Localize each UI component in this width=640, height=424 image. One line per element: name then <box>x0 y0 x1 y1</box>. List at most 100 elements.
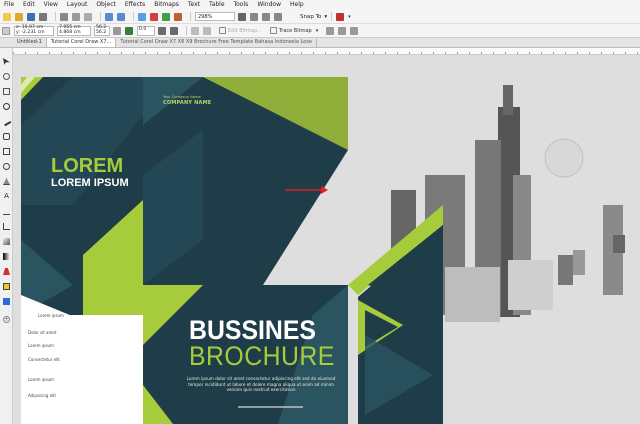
standard-toolbar: 298% Snap To ▾ ▾ <box>0 10 640 24</box>
transparency-icon[interactable] <box>3 253 10 260</box>
separator <box>55 12 56 21</box>
separator <box>186 26 187 35</box>
smart-fill-icon[interactable] <box>3 298 10 305</box>
menu-help[interactable]: Help <box>290 0 304 10</box>
lorem-title: LOREM <box>51 155 124 177</box>
menu-file[interactable]: File <box>4 0 14 10</box>
mirror-vertical-icon[interactable] <box>170 26 178 35</box>
y-position-field[interactable]: y: -2.231 cm <box>16 30 52 36</box>
brochure-paragraph: Lorem ipsum dolor sit amet consectetur a… <box>186 376 336 392</box>
coreldraw-window: File Edit View Layout Object Effects Bit… <box>0 0 640 424</box>
freehand-tool-icon[interactable] <box>1 116 12 127</box>
menu-object[interactable]: Object <box>96 0 116 10</box>
rotation-icon <box>125 26 133 35</box>
drop-shadow-icon[interactable] <box>3 238 10 245</box>
toolbox: A + <box>0 48 13 424</box>
trace-bitmap-button[interactable]: Trace Bitmap <box>269 27 312 34</box>
full-screen-icon[interactable] <box>238 12 246 21</box>
rulers-icon[interactable] <box>250 12 258 21</box>
chevron-down-icon[interactable]: ▾ <box>348 14 351 20</box>
redo-icon[interactable] <box>117 12 125 21</box>
headline-brochure: BROCHURE <box>189 341 335 371</box>
import-icon[interactable] <box>150 12 158 21</box>
menu-view[interactable]: View <box>44 0 58 10</box>
reference-point-icon[interactable] <box>2 26 10 35</box>
edit-bitmap-button[interactable]: Edit Bitmap... <box>219 27 262 34</box>
snap-to-label: Snap To <box>300 13 322 20</box>
paste-icon[interactable] <box>84 12 92 21</box>
resample-icon[interactable] <box>203 26 211 35</box>
edit-bitmap-label: Edit Bitmap... <box>228 27 262 34</box>
polygon-tool-icon[interactable] <box>3 178 10 185</box>
zoom-level-field[interactable]: 298% <box>195 12 235 21</box>
building-low-4 <box>573 250 585 275</box>
export-icon[interactable] <box>162 12 170 21</box>
lock-ratio-icon[interactable] <box>113 26 121 35</box>
separator <box>331 12 333 21</box>
side-line-6: Adipiscing elit <box>28 393 56 398</box>
connector-tool-icon[interactable] <box>3 223 10 230</box>
horizontal-ruler[interactable] <box>13 48 640 55</box>
tab-untitled-1[interactable]: Untitled-1 <box>13 38 47 47</box>
zoom-tool-icon[interactable] <box>3 103 10 110</box>
position-fields[interactable]: x: 10.97 cm y: -2.231 cm <box>14 25 54 36</box>
save-icon[interactable] <box>27 12 35 21</box>
interactive-fill-icon[interactable] <box>3 283 10 290</box>
drawing-canvas[interactable]: LOREM LOREM IPSUM Lorem ipsum Dolor sit … <box>13 55 640 424</box>
shape-tool-icon[interactable] <box>3 73 10 80</box>
search-content-icon[interactable] <box>138 12 146 21</box>
menu-bitmaps[interactable]: Bitmaps <box>154 0 179 10</box>
open-icon[interactable] <box>15 12 23 21</box>
rotation-angle-field[interactable]: 0.0 <box>137 25 155 36</box>
new-document-icon[interactable] <box>3 12 11 21</box>
tab-tutorial-long[interactable]: Tutorial Corel Draw X7 X8 X9 Brochure Fr… <box>116 38 317 47</box>
menu-tools[interactable]: Tools <box>234 0 249 10</box>
snap-to-dropdown[interactable]: Snap To ▾ <box>300 14 327 20</box>
publish-pdf-icon[interactable] <box>174 12 182 21</box>
menu-edit[interactable]: Edit <box>23 0 35 10</box>
size-fields[interactable]: 7.955 cm 4.868 cm <box>57 25 91 36</box>
rectangle-tool-icon[interactable] <box>3 148 10 155</box>
parallel-dimension-icon[interactable] <box>3 208 10 215</box>
ellipse-tool-icon[interactable] <box>3 163 10 170</box>
side-line-4: Consectetur elit <box>28 357 60 362</box>
crop-bitmap-icon[interactable] <box>191 26 199 35</box>
scale-height-field[interactable]: 56.2 <box>96 30 108 36</box>
scale-fields[interactable]: 56.2 56.2 <box>94 25 110 36</box>
chevron-down-icon: ▾ <box>324 13 328 20</box>
copy-icon[interactable] <box>72 12 80 21</box>
artistic-media-icon[interactable] <box>3 133 10 140</box>
print-icon[interactable] <box>39 12 47 21</box>
side-line-1: Lorem ipsum <box>38 313 64 318</box>
menu-window[interactable]: Window <box>257 0 281 10</box>
property-bar: x: 10.97 cm y: -2.231 cm 7.955 cm 4.868 … <box>0 24 640 38</box>
guidelines-icon[interactable] <box>274 12 282 21</box>
side-line-2: Dolor sit amet <box>28 330 57 335</box>
skyscraper-1-top <box>503 85 513 115</box>
undo-icon[interactable] <box>105 12 113 21</box>
text-tool-icon[interactable]: A <box>3 193 10 200</box>
add-tool-icon[interactable]: + <box>3 316 10 323</box>
building-low-5 <box>613 235 625 253</box>
company-small: Your Company Name <box>163 95 201 99</box>
menu-layout[interactable]: Layout <box>67 0 87 10</box>
cut-icon[interactable] <box>60 12 68 21</box>
pick-tool-icon[interactable] <box>3 58 10 65</box>
menu-table[interactable]: Table <box>209 0 225 10</box>
separator <box>133 12 134 21</box>
wrap-text-icon[interactable] <box>338 26 347 35</box>
chevron-down-icon[interactable]: ▾ <box>316 28 319 34</box>
bitmap-effects-icon[interactable] <box>326 26 335 35</box>
crop-tool-icon[interactable] <box>3 88 10 95</box>
separator <box>190 12 191 21</box>
color-eyedropper-icon[interactable] <box>3 268 10 275</box>
lorem-subtitle: LOREM IPSUM <box>51 177 129 189</box>
grid-icon[interactable] <box>262 12 270 21</box>
quick-customize-icon[interactable] <box>350 26 359 35</box>
height-field[interactable]: 4.868 cm <box>59 30 89 36</box>
mirror-horizontal-icon[interactable] <box>158 26 166 35</box>
menu-effects[interactable]: Effects <box>125 0 145 10</box>
tab-tutorial-short[interactable]: Tutorial Corel Draw X7... <box>46 38 117 47</box>
menu-text[interactable]: Text <box>188 0 200 10</box>
options-icon[interactable] <box>336 12 345 21</box>
